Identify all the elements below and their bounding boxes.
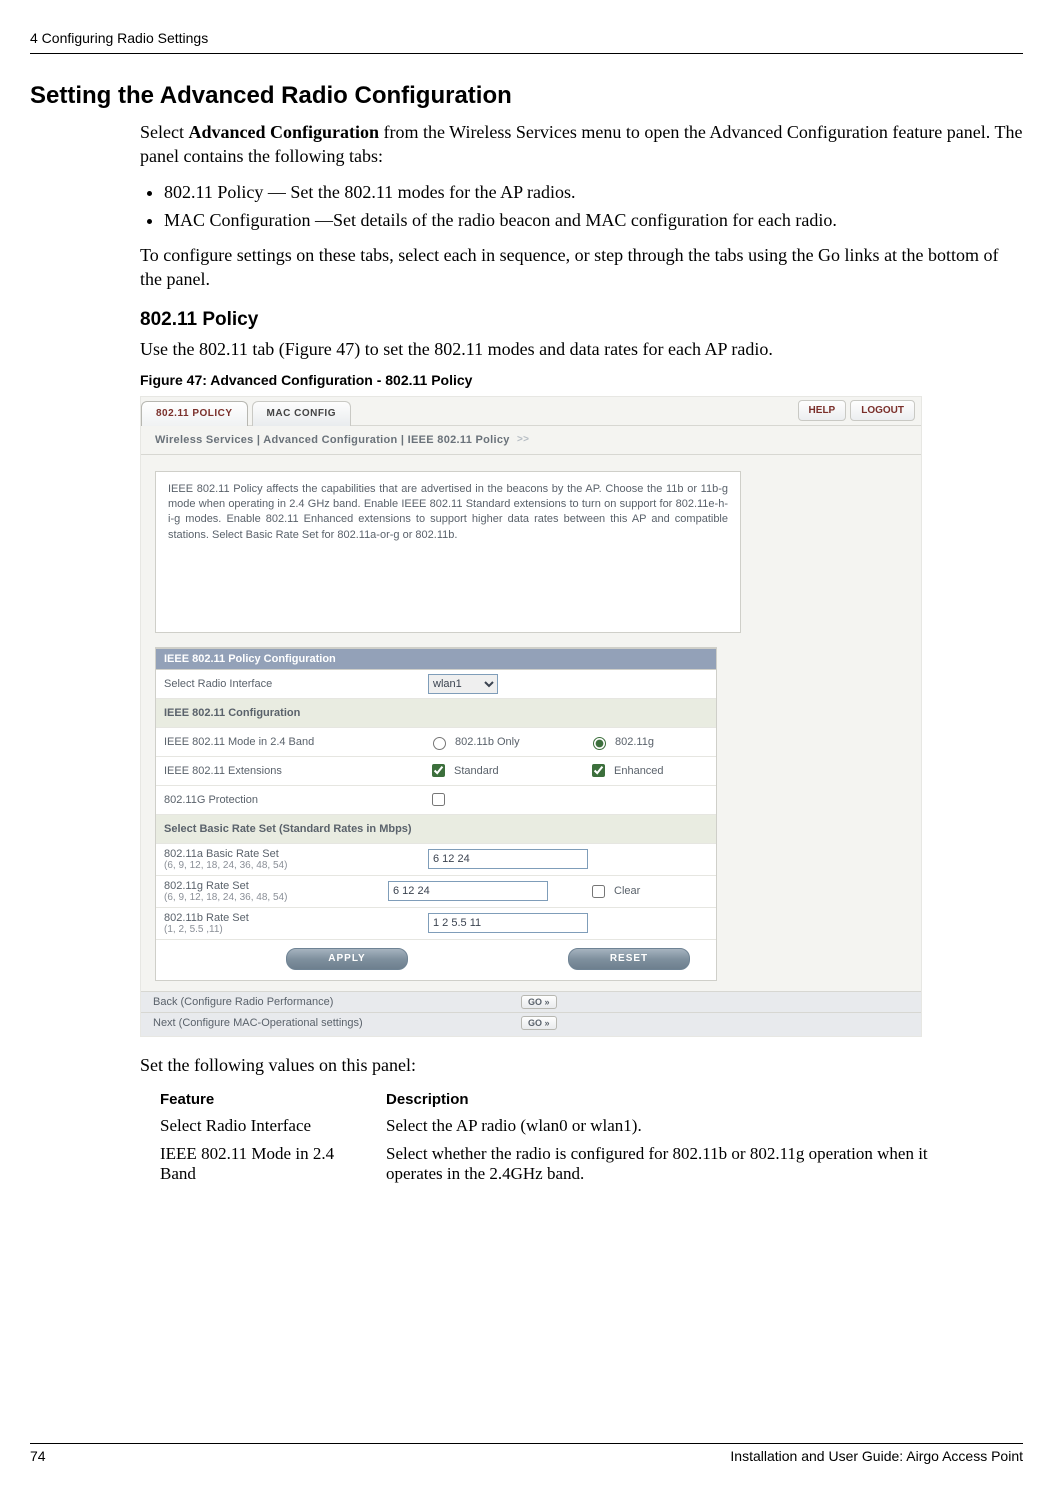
radio-80211g-label: 802.11g bbox=[615, 736, 654, 748]
checkbox-enhanced[interactable]: Enhanced bbox=[588, 761, 708, 780]
checkbox-clear-label: Clear bbox=[614, 885, 640, 897]
tabs-bullet-list: 802.11 Policy — Set the 802.11 modes for… bbox=[140, 179, 1023, 233]
tabs-bar: 802.11 POLICY MAC CONFIG HELP LOGOUT bbox=[141, 397, 921, 425]
footer-page-number: 74 bbox=[30, 1448, 46, 1464]
checkbox-standard-input[interactable] bbox=[432, 764, 445, 777]
subsection-title: 802.11 Policy bbox=[140, 309, 1023, 331]
bullet-mac-config: MAC Configuration —Set details of the ra… bbox=[164, 207, 1023, 233]
bullet-802-policy: 802.11 Policy — Set the 802.11 modes for… bbox=[164, 179, 1023, 205]
section-title: Setting the Advanced Radio Configuration bbox=[30, 82, 1023, 110]
select-radio-interface[interactable]: wlan1 bbox=[428, 674, 498, 694]
label-rate-a-title: 802.11a Basic Rate Set bbox=[164, 848, 279, 860]
figure-caption: Figure 47: Advanced Configuration - 802.… bbox=[140, 372, 1023, 388]
apply-button[interactable]: APPLY bbox=[286, 948, 408, 970]
row-select-radio: Select Radio Interface wlan1 bbox=[156, 670, 716, 699]
reset-button[interactable]: RESET bbox=[568, 948, 690, 970]
feature-r1c1: Select Radio Interface bbox=[160, 1116, 360, 1136]
checkbox-11g-protection-input[interactable] bbox=[432, 793, 445, 806]
row-rate-b: 802.11b Rate Set (1, 2, 5.5 ,11) bbox=[156, 908, 716, 940]
feature-head-col2: Description bbox=[386, 1091, 980, 1108]
nav-back-row: Back (Configure Radio Performance) GO » bbox=[141, 991, 921, 1012]
section-head-ieee-config: IEEE 802.11 Configuration bbox=[156, 699, 716, 728]
radio-80211b-only-label: 802.11b Only bbox=[455, 736, 520, 748]
checkbox-enhanced-label: Enhanced bbox=[614, 765, 664, 777]
checkbox-standard-label: Standard bbox=[454, 765, 499, 777]
radio-80211g[interactable]: 802.11g bbox=[588, 734, 708, 750]
page-footer: 74 Installation and User Guide: Airgo Ac… bbox=[30, 1443, 1023, 1464]
radio-80211b-only-input[interactable] bbox=[433, 737, 446, 750]
checkbox-11g-protection[interactable] bbox=[428, 790, 548, 809]
row-rate-a: 802.11a Basic Rate Set (6, 9, 12, 18, 24… bbox=[156, 844, 716, 876]
help-button[interactable]: HELP bbox=[798, 400, 847, 421]
label-extensions: IEEE 802.11 Extensions bbox=[164, 763, 422, 779]
intro-para-2: To configure settings on these tabs, sel… bbox=[140, 243, 1023, 292]
label-mode-24band: IEEE 802.11 Mode in 2.4 Band bbox=[164, 734, 422, 750]
go-back-button[interactable]: GO » bbox=[521, 995, 557, 1009]
section-head-policy-config: IEEE 802.11 Policy Configuration bbox=[156, 648, 716, 670]
checkbox-clear[interactable]: Clear bbox=[588, 882, 708, 901]
row-rate-g: 802.11g Rate Set (6, 9, 12, 18, 24, 36, … bbox=[156, 876, 716, 908]
config-panel: 802.11 POLICY MAC CONFIG HELP LOGOUT Wir… bbox=[140, 396, 922, 1037]
nav-back-label: Back (Configure Radio Performance) bbox=[153, 996, 513, 1008]
breadcrumb: Wireless Services | Advanced Configurati… bbox=[141, 425, 921, 455]
input-rate-a[interactable] bbox=[428, 849, 588, 869]
checkbox-standard[interactable]: Standard bbox=[428, 761, 548, 780]
intro-para-1: Select Advanced Configuration from the W… bbox=[140, 120, 1023, 169]
footer-doc-title: Installation and User Guide: Airgo Acces… bbox=[730, 1448, 1023, 1464]
label-rate-b-title: 802.11b Rate Set bbox=[164, 912, 249, 924]
feature-r1c2: Select the AP radio (wlan0 or wlan1). bbox=[386, 1116, 980, 1136]
label-11g-protection: 802.11G Protection bbox=[164, 792, 422, 808]
tab-mac-config[interactable]: MAC CONFIG bbox=[252, 401, 351, 426]
label-select-radio: Select Radio Interface bbox=[164, 676, 422, 692]
row-mode-24band: IEEE 802.11 Mode in 2.4 Band 802.11b Onl… bbox=[156, 728, 716, 757]
input-rate-b[interactable] bbox=[428, 913, 588, 933]
chevron-right-icon: >> bbox=[517, 434, 529, 445]
header-divider bbox=[30, 52, 1023, 54]
label-rate-a: 802.11a Basic Rate Set (6, 9, 12, 18, 24… bbox=[164, 846, 422, 873]
go-next-button[interactable]: GO » bbox=[521, 1016, 557, 1030]
config-table: IEEE 802.11 Policy Configuration Select … bbox=[155, 647, 717, 981]
running-head-chapter: 4 Configuring Radio Settings bbox=[30, 30, 1023, 46]
set-values-para: Set the following values on this panel: bbox=[140, 1053, 1023, 1077]
nav-next-label: Next (Configure MAC-Operational settings… bbox=[153, 1017, 513, 1029]
row-11g-protection: 802.11G Protection bbox=[156, 786, 716, 815]
subsection-para: Use the 802.11 tab (Figure 47) to set th… bbox=[140, 337, 1023, 361]
label-rate-a-sub: (6, 9, 12, 18, 24, 36, 48, 54) bbox=[164, 860, 422, 871]
logout-button[interactable]: LOGOUT bbox=[850, 400, 915, 421]
para1a: Select bbox=[140, 122, 188, 142]
label-rate-g: 802.11g Rate Set (6, 9, 12, 18, 24, 36, … bbox=[164, 878, 382, 905]
label-rate-b: 802.11b Rate Set (1, 2, 5.5 ,11) bbox=[164, 910, 422, 937]
label-rate-b-sub: (1, 2, 5.5 ,11) bbox=[164, 924, 422, 935]
policy-description: IEEE 802.11 Policy affects the capabilit… bbox=[155, 471, 741, 633]
checkbox-clear-input[interactable] bbox=[592, 885, 605, 898]
nav-next-row: Next (Configure MAC-Operational settings… bbox=[141, 1012, 921, 1036]
input-rate-g[interactable] bbox=[388, 881, 548, 901]
feature-head-col1: Feature bbox=[160, 1091, 360, 1108]
section-head-rate-set: Select Basic Rate Set (Standard Rates in… bbox=[156, 815, 716, 844]
row-extensions: IEEE 802.11 Extensions Standard Enhanced bbox=[156, 757, 716, 786]
breadcrumb-text: Wireless Services | Advanced Configurati… bbox=[155, 434, 510, 446]
tab-802-policy[interactable]: 802.11 POLICY bbox=[141, 401, 248, 426]
feature-r2c2: Select whether the radio is configured f… bbox=[386, 1144, 980, 1184]
checkbox-enhanced-input[interactable] bbox=[592, 764, 605, 777]
feature-table: Feature Description Select Radio Interfa… bbox=[160, 1091, 980, 1184]
label-rate-g-title: 802.11g Rate Set bbox=[164, 880, 249, 892]
radio-80211b-only[interactable]: 802.11b Only bbox=[428, 734, 548, 750]
radio-80211g-input[interactable] bbox=[593, 737, 606, 750]
apply-reset-row: APPLY RESET bbox=[156, 940, 716, 980]
feature-r2c1: IEEE 802.11 Mode in 2.4 Band bbox=[160, 1144, 360, 1184]
para1b-bold: Advanced Configuration bbox=[188, 122, 379, 142]
label-rate-g-sub: (6, 9, 12, 18, 24, 36, 48, 54) bbox=[164, 892, 382, 903]
